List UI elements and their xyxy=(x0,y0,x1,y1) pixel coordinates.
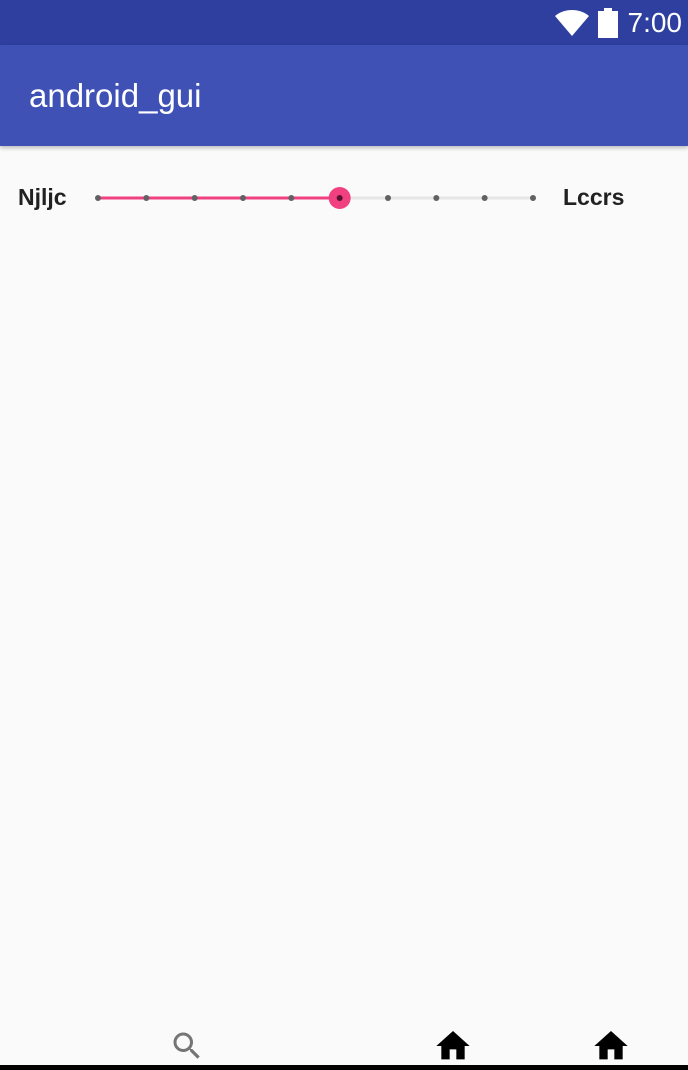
slider-tick xyxy=(530,195,536,201)
bottom-nav xyxy=(0,1012,688,1070)
bottom-edge xyxy=(0,1065,688,1070)
slider-min-label: Njljc xyxy=(18,184,67,210)
app-bar: android_gui xyxy=(0,45,688,146)
battery-icon xyxy=(597,7,618,38)
slider-max-label: Lccrs xyxy=(563,184,625,210)
home-button-secondary[interactable] xyxy=(591,1026,631,1066)
home-icon xyxy=(436,1031,470,1060)
slider-track xyxy=(95,187,536,209)
home-icon xyxy=(594,1031,628,1060)
status-icons: 7:00 xyxy=(554,0,683,45)
search-button[interactable] xyxy=(167,1026,207,1066)
slider-tick xyxy=(191,195,198,201)
status-time: 7:00 xyxy=(627,7,683,38)
slider-tick xyxy=(288,195,295,201)
home-button[interactable] xyxy=(433,1026,473,1066)
screen: 7:00 android_gui Njljc Lccrs xyxy=(0,0,688,1070)
slider-tick xyxy=(433,195,440,201)
slider-tick xyxy=(385,195,391,201)
wifi-icon xyxy=(554,9,589,36)
slider-tick xyxy=(143,195,150,201)
slider-tick xyxy=(240,195,246,201)
discrete-slider[interactable] xyxy=(82,172,550,224)
slider-thumb-tick xyxy=(336,195,343,201)
app-title: android_gui xyxy=(29,77,202,114)
slider-tick xyxy=(481,195,488,201)
status-bar: 7:00 xyxy=(0,0,688,45)
search-icon xyxy=(173,1032,200,1059)
slider-tick xyxy=(95,195,101,201)
